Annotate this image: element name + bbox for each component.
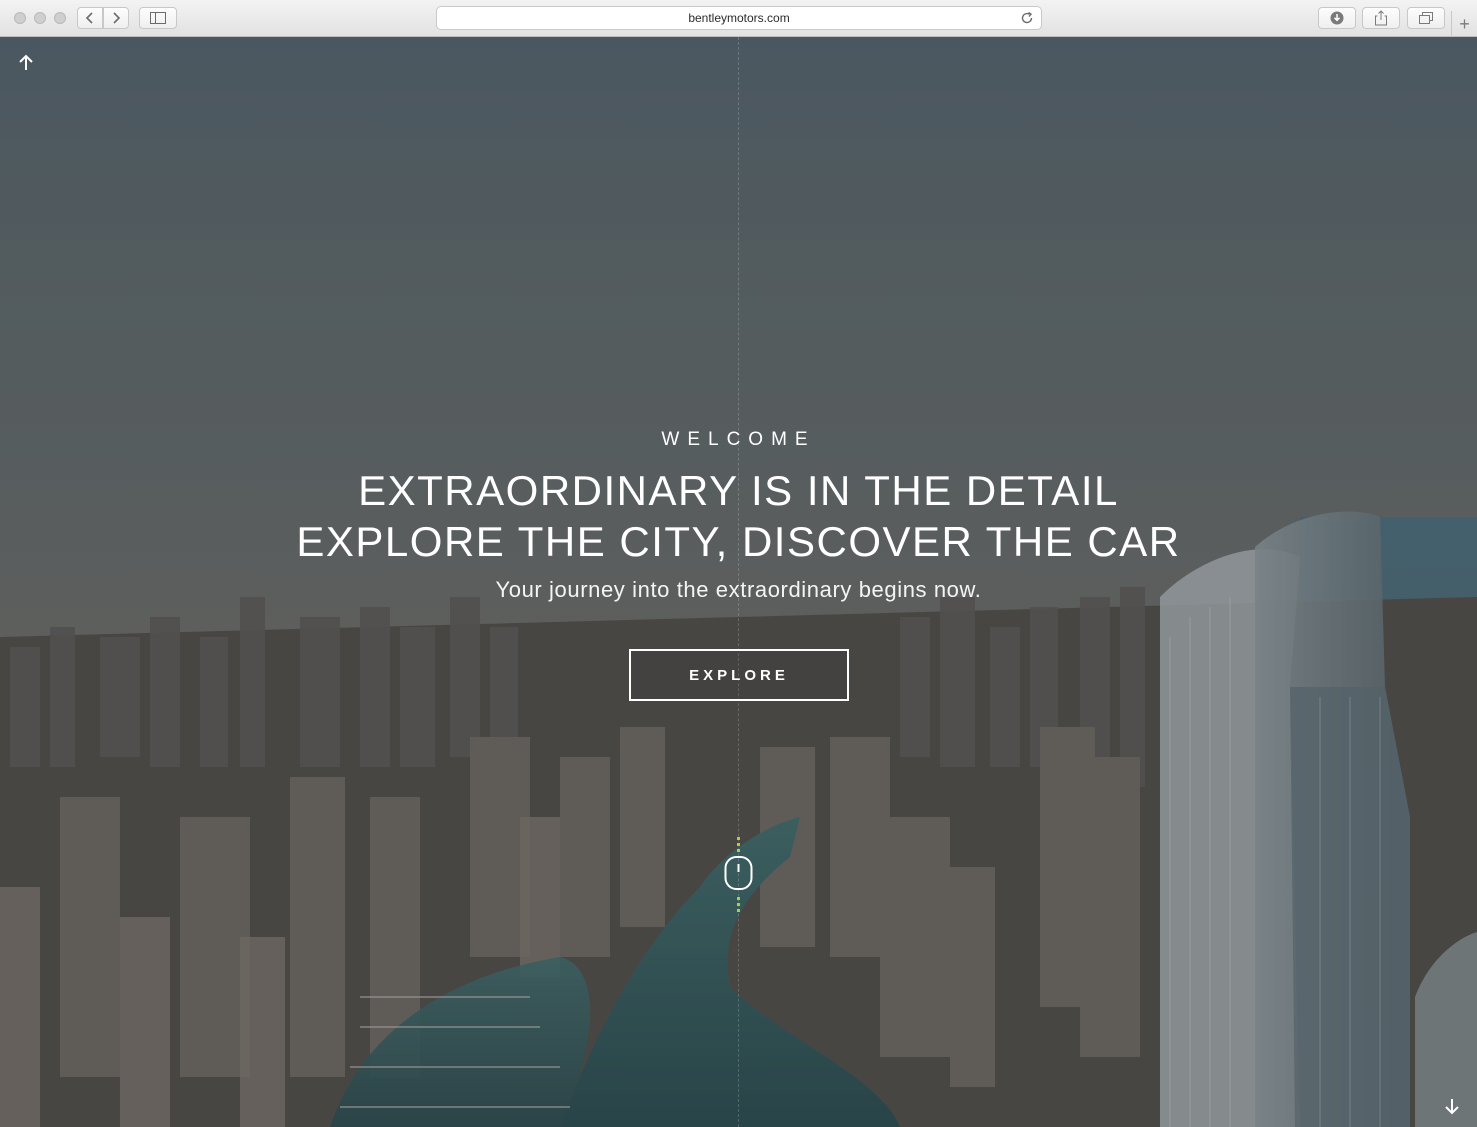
headline-line-2: EXPLORE THE CITY, DISCOVER THE CAR bbox=[296, 518, 1181, 565]
hero-section: WELCOME EXTRAORDINARY IS IN THE DETAIL E… bbox=[0, 37, 1477, 1127]
arrow-down-icon[interactable] bbox=[1443, 1097, 1461, 1115]
share-icon bbox=[1375, 10, 1387, 26]
headline-line-1: EXTRAORDINARY IS IN THE DETAIL bbox=[358, 467, 1119, 514]
downloads-button[interactable] bbox=[1318, 7, 1356, 29]
chevron-right-icon bbox=[113, 12, 121, 24]
tabs-icon bbox=[1419, 12, 1433, 24]
forward-button[interactable] bbox=[103, 7, 129, 29]
browser-toolbar: bentleymotors.com + bbox=[0, 0, 1477, 37]
back-button[interactable] bbox=[77, 7, 103, 29]
hero-tagline: Your journey into the extraordinary begi… bbox=[495, 577, 982, 602]
scroll-mouse-icon[interactable] bbox=[724, 835, 754, 915]
chevron-left-icon bbox=[85, 12, 93, 24]
hero-headline: EXTRAORDINARY IS IN THE DETAIL EXPLORE T… bbox=[0, 465, 1477, 567]
new-tab-button[interactable]: + bbox=[1451, 11, 1477, 37]
minimize-window-button[interactable] bbox=[34, 12, 46, 24]
address-bar[interactable]: bentleymotors.com bbox=[436, 6, 1042, 30]
plus-icon: + bbox=[1459, 13, 1470, 34]
url-text: bentleymotors.com bbox=[688, 11, 790, 25]
reload-icon[interactable] bbox=[1019, 10, 1035, 26]
zoom-window-button[interactable] bbox=[54, 12, 66, 24]
welcome-eyebrow: WELCOME bbox=[661, 429, 816, 450]
share-button[interactable] bbox=[1362, 7, 1400, 29]
download-icon bbox=[1330, 11, 1344, 25]
close-window-button[interactable] bbox=[14, 12, 26, 24]
explore-button-label: EXPLORE bbox=[689, 666, 789, 684]
sidebar-icon bbox=[150, 12, 166, 24]
explore-button[interactable]: EXPLORE bbox=[629, 649, 849, 701]
show-tabs-button[interactable] bbox=[1407, 7, 1445, 29]
arrow-up-icon[interactable] bbox=[17, 54, 35, 72]
sidebar-button[interactable] bbox=[139, 7, 177, 29]
